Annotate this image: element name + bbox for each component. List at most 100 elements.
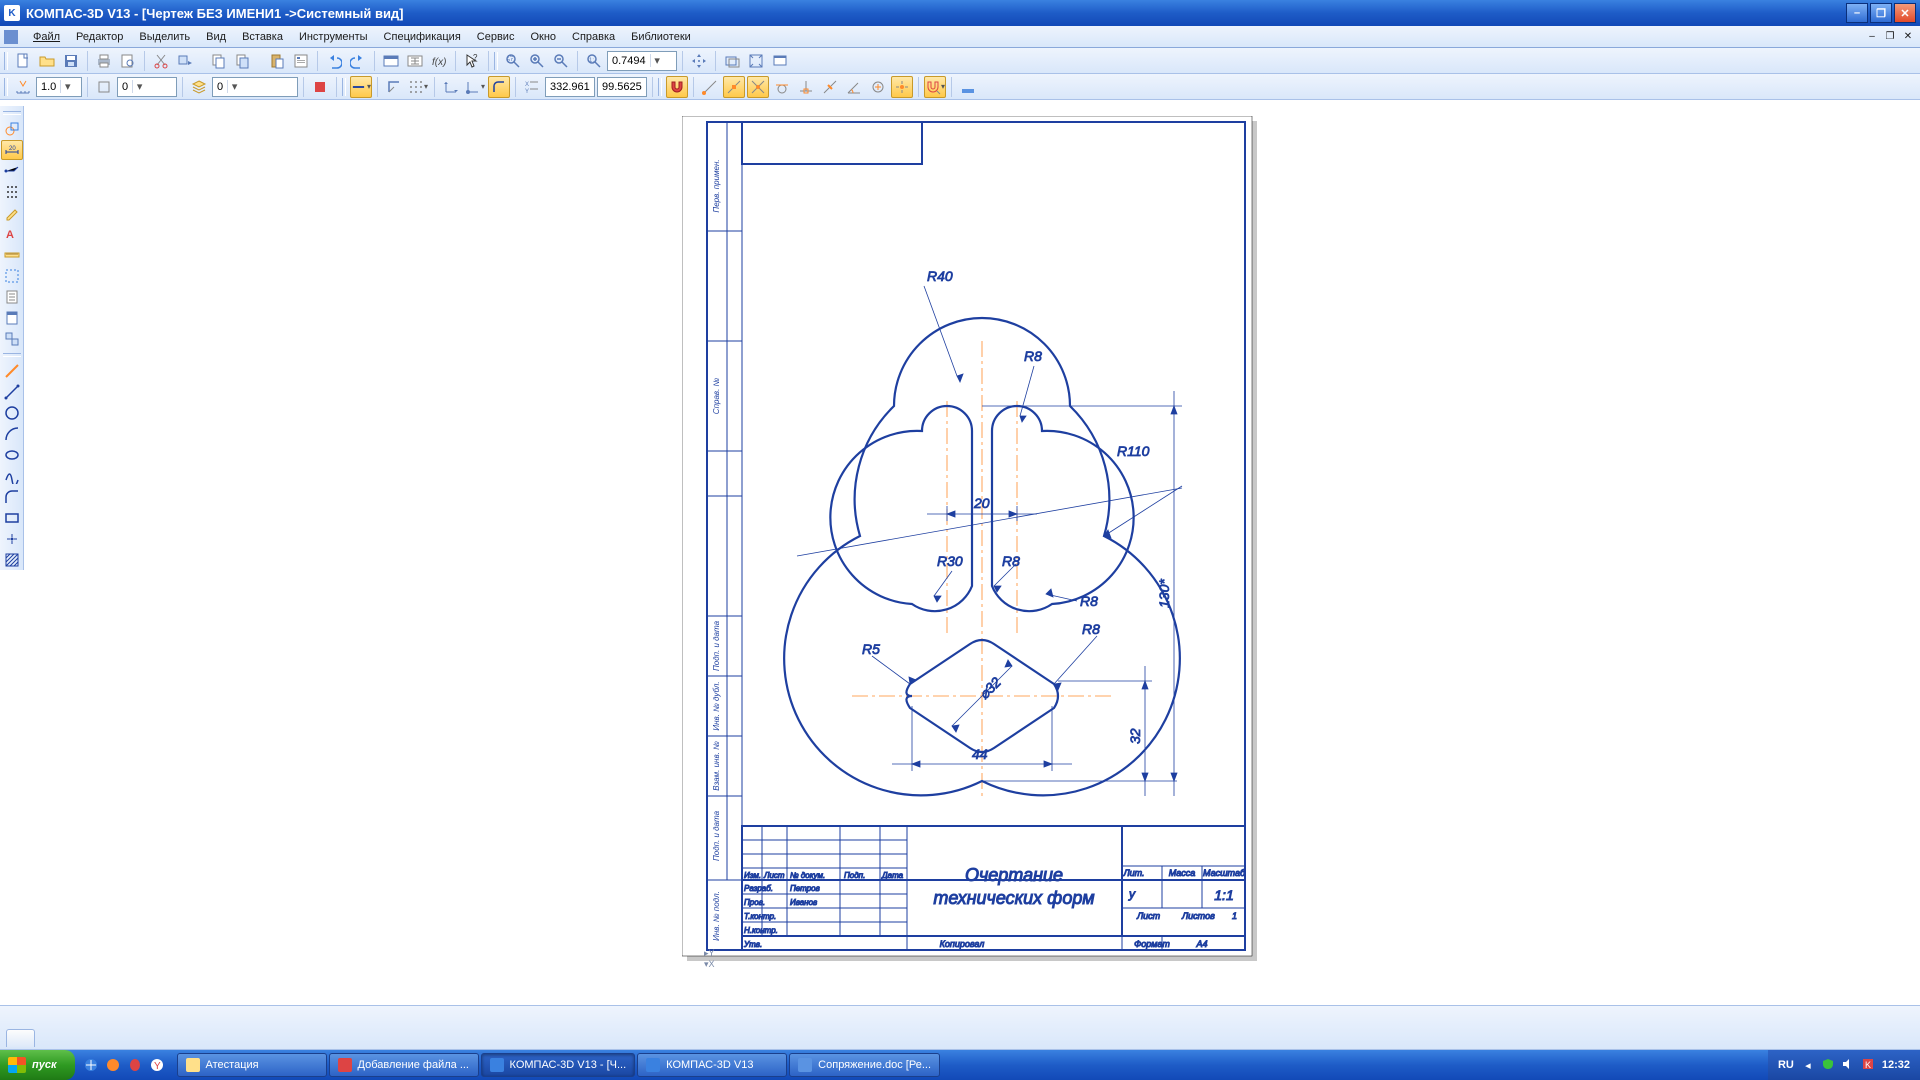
zoom-all-button[interactable] (745, 50, 767, 72)
properties-button[interactable] (290, 50, 312, 72)
snap-mid-button[interactable] (723, 76, 745, 98)
task-item[interactable]: Добавление файла ... (329, 1053, 479, 1077)
coord-xy-button[interactable]: XY (521, 76, 543, 98)
snap-tangent-button[interactable] (771, 76, 793, 98)
dropdown-a-button[interactable] (174, 50, 196, 72)
menu-file[interactable]: Файл (26, 29, 67, 45)
preview-button[interactable] (117, 50, 139, 72)
copy-button[interactable] (208, 50, 230, 72)
dropdown-b-button[interactable] (232, 50, 254, 72)
local-cs-button[interactable] (440, 76, 462, 98)
redraw-button[interactable] (769, 50, 791, 72)
reports-tool[interactable] (1, 308, 23, 328)
snap-endpoint-button[interactable] (699, 76, 721, 98)
edit-tool[interactable] (1, 203, 23, 223)
coord-y-field[interactable]: 99.5625 (597, 77, 647, 97)
minimize-button[interactable]: – (1846, 3, 1868, 23)
measure-tool[interactable] (1, 245, 23, 265)
menu-window[interactable]: Окно (523, 29, 563, 45)
mdi-close-button[interactable]: ✕ (1900, 30, 1916, 44)
snap-normal-button[interactable] (795, 76, 817, 98)
new-button[interactable] (12, 50, 34, 72)
menu-libs[interactable]: Библиотеки (624, 29, 698, 45)
ql-yandex-icon[interactable]: Y (147, 1054, 167, 1076)
grid-button[interactable]: ▾ (407, 76, 429, 98)
close-button[interactable]: ✕ (1894, 3, 1916, 23)
save-button[interactable] (60, 50, 82, 72)
rect-tool[interactable] (1, 508, 23, 528)
line-tool[interactable] (1, 382, 23, 402)
task-item[interactable]: КОМПАС-3D V13 - [Ч... (481, 1053, 636, 1077)
menu-insert[interactable]: Вставка (235, 29, 290, 45)
ql-firefox-icon[interactable] (103, 1054, 123, 1076)
snap-point-button[interactable] (891, 76, 913, 98)
snap-step-button[interactable] (12, 76, 34, 98)
paste-button[interactable] (266, 50, 288, 72)
snap-config-button[interactable]: ▾ (924, 76, 946, 98)
color-dropdown-button[interactable] (957, 76, 979, 98)
ellipse-tool[interactable] (1, 445, 23, 465)
hatch-tool[interactable] (1, 550, 23, 570)
ortho-button[interactable] (383, 76, 405, 98)
snap-toggle-button[interactable] (666, 76, 688, 98)
ql-browser-icon[interactable] (81, 1054, 101, 1076)
menu-select[interactable]: Выделить (132, 29, 197, 45)
tray-volume-icon[interactable] (1842, 1058, 1854, 1073)
print-button[interactable] (93, 50, 115, 72)
fillet-tool[interactable] (1, 487, 23, 507)
zoom-in-button[interactable] (526, 50, 548, 72)
cut-button[interactable] (150, 50, 172, 72)
tray-shield-icon[interactable] (1822, 1058, 1834, 1073)
round-button[interactable] (488, 76, 510, 98)
layer-button[interactable] (188, 76, 210, 98)
cs-dropdown-button[interactable]: ▾ (464, 76, 486, 98)
arc-tool[interactable] (1, 424, 23, 444)
snap-intersect-button[interactable] (747, 76, 769, 98)
selection-tool[interactable] (1, 266, 23, 286)
fx-button[interactable]: f(x) (428, 50, 450, 72)
tray-expand-icon[interactable]: ◂ (1802, 1059, 1814, 1071)
menu-view[interactable]: Вид (199, 29, 233, 45)
snap-center-button[interactable] (867, 76, 889, 98)
zoom-out-button[interactable] (550, 50, 572, 72)
drawing-canvas[interactable]: Перв. примен. Справ. № Подп. и дата Инв.… (24, 106, 1920, 1005)
help-cursor-button[interactable]: ? (461, 50, 483, 72)
mdi-restore-button[interactable]: ❐ (1882, 30, 1898, 44)
open-button[interactable] (36, 50, 58, 72)
zoom-scale-button[interactable]: 1: (583, 50, 605, 72)
zoom-window-button[interactable] (502, 50, 524, 72)
mdi-minimize-button[interactable]: – (1864, 30, 1880, 44)
dimensions-tool[interactable]: 20 (1, 140, 23, 160)
build-designations-tool[interactable] (1, 182, 23, 202)
geometry-tool[interactable] (1, 119, 23, 139)
layer-combo[interactable]: 0▾ (212, 77, 298, 97)
spline-tool[interactable] (1, 466, 23, 486)
manager-button[interactable] (380, 50, 402, 72)
ql-opera-icon[interactable] (125, 1054, 145, 1076)
language-indicator[interactable]: RU (1778, 1059, 1794, 1071)
params-tool[interactable]: A (1, 224, 23, 244)
auto-line-tool[interactable] (1, 361, 23, 381)
tray-av-icon[interactable]: K (1862, 1058, 1874, 1073)
tray-clock[interactable]: 12:32 (1882, 1059, 1910, 1071)
snap-angle-button[interactable] (843, 76, 865, 98)
mdi-document-icon[interactable] (4, 30, 18, 44)
property-tab[interactable] (6, 1029, 35, 1047)
circle-tool[interactable] (1, 403, 23, 423)
zoom-combo[interactable]: 0.7494▾ (607, 51, 677, 71)
snap-nearest-button[interactable] (819, 76, 841, 98)
zoom-prev-button[interactable] (721, 50, 743, 72)
menu-spec[interactable]: Спецификация (377, 29, 468, 45)
start-button[interactable]: пуск (0, 1050, 75, 1080)
menu-tools[interactable]: Инструменты (292, 29, 375, 45)
designations-tool[interactable] (1, 161, 23, 181)
spec-tool[interactable] (1, 287, 23, 307)
state-a-button[interactable] (93, 76, 115, 98)
insert-views-tool[interactable] (1, 329, 23, 349)
menu-help[interactable]: Справка (565, 29, 622, 45)
task-item[interactable]: Сопряжение.doc [Ре... (789, 1053, 940, 1077)
stop-button[interactable] (309, 76, 331, 98)
task-item[interactable]: КОМПАС-3D V13 (637, 1053, 787, 1077)
state-a-combo[interactable]: 0▾ (117, 77, 177, 97)
coord-x-field[interactable]: 332.961 (545, 77, 595, 97)
